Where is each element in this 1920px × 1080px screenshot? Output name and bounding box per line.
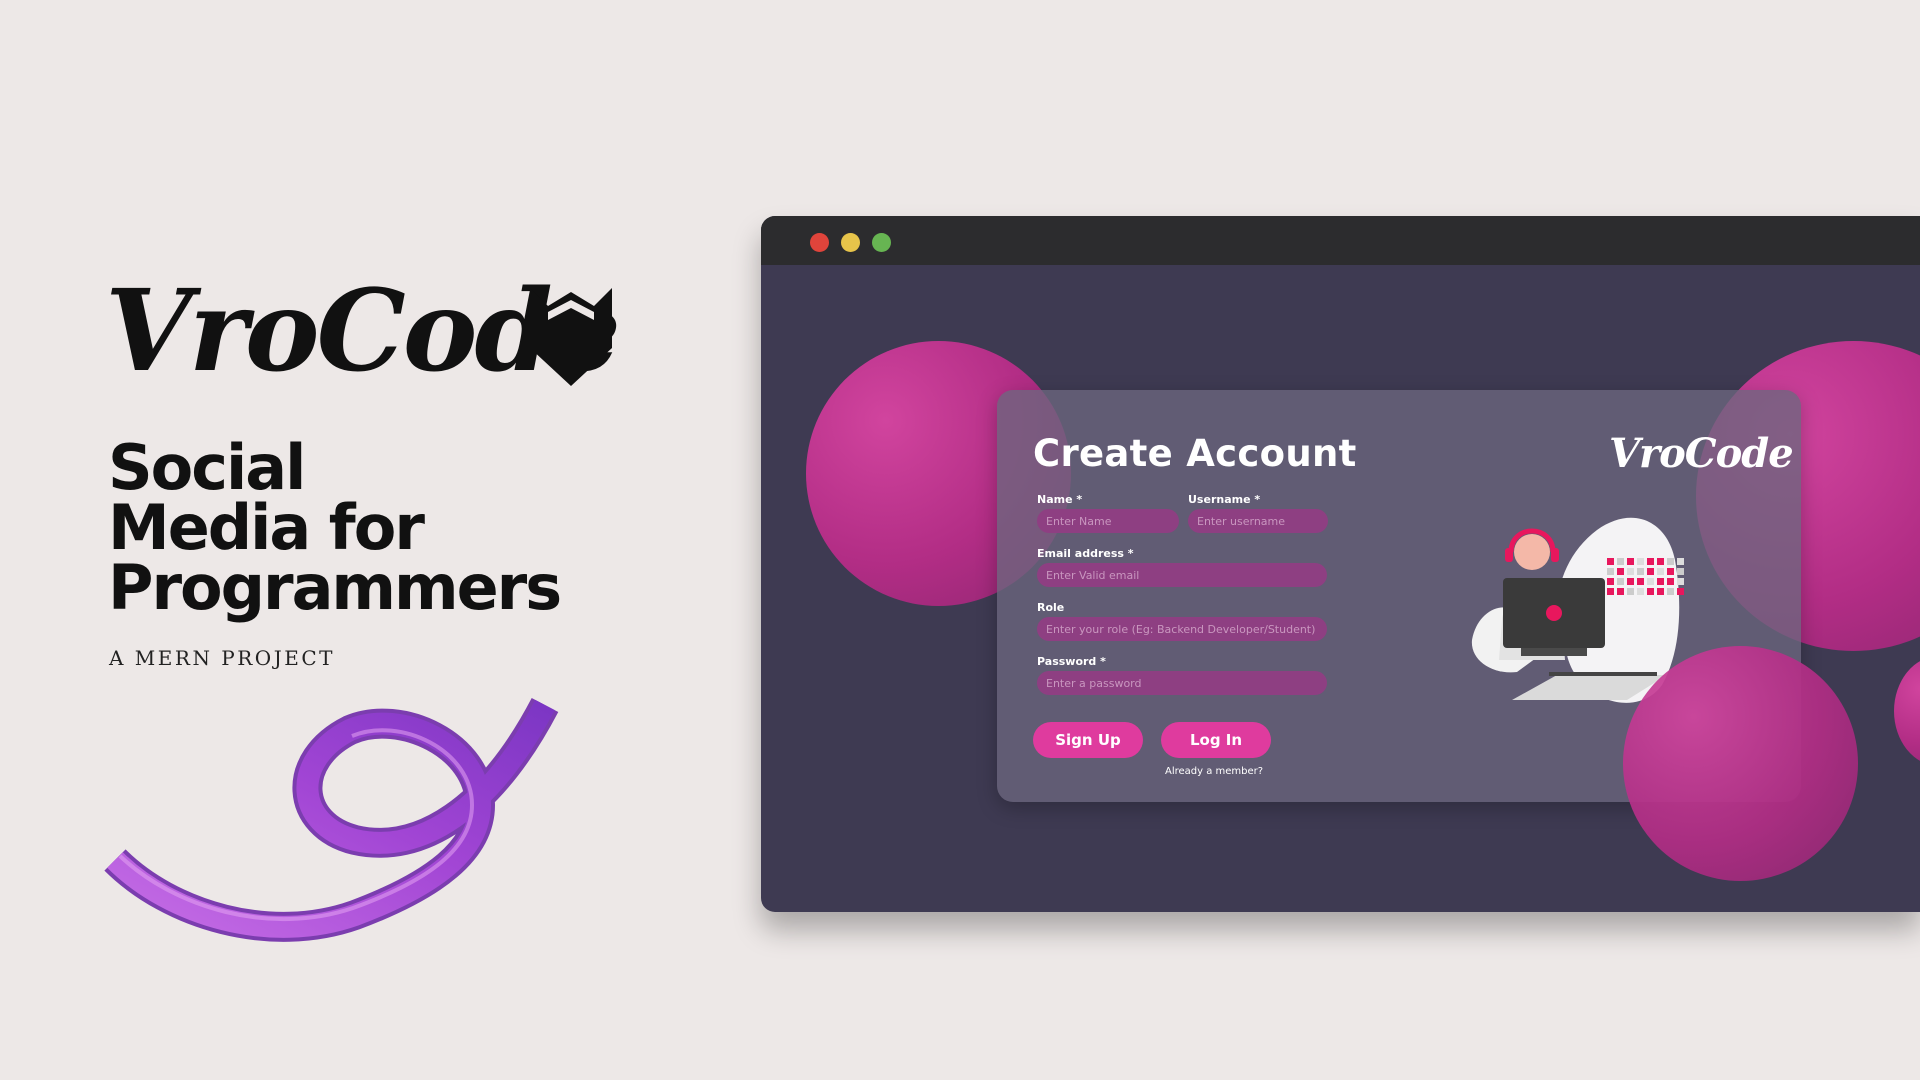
card-logo: VroCode <box>1609 430 1794 477</box>
browser-window: Create Account VroCode Name * Username *… <box>761 216 1920 912</box>
close-dot-icon[interactable] <box>810 233 829 252</box>
username-label: Username * <box>1188 493 1261 506</box>
headline-line-3: Programmers <box>108 551 562 624</box>
password-input[interactable] <box>1037 671 1327 695</box>
name-label: Name * <box>1037 493 1083 506</box>
decorative-blob <box>1894 656 1920 766</box>
headline-line-1: Social <box>108 431 306 504</box>
brand-logo: VroCode <box>105 262 635 402</box>
headline: Social Media for Programmers <box>108 431 588 624</box>
form-title: Create Account <box>1033 432 1357 475</box>
log-in-button[interactable]: Log In <box>1161 722 1271 758</box>
password-label: Password * <box>1037 655 1106 668</box>
double-chevron-down-icon <box>530 288 612 386</box>
email-label: Email address * <box>1037 547 1134 560</box>
maximize-dot-icon[interactable] <box>872 233 891 252</box>
role-label: Role <box>1037 601 1065 614</box>
username-input[interactable] <box>1188 509 1328 533</box>
headline-line-2: Media for <box>108 491 425 564</box>
email-input[interactable] <box>1037 563 1327 587</box>
browser-title-bar <box>761 216 1920 265</box>
already-member-link[interactable]: Already a member? <box>1165 766 1263 777</box>
minimize-dot-icon[interactable] <box>841 233 860 252</box>
decorative-blob <box>1623 646 1858 881</box>
purple-swirl-decoration <box>104 698 559 942</box>
role-input[interactable] <box>1037 617 1327 641</box>
name-input[interactable] <box>1037 509 1179 533</box>
sign-up-button[interactable]: Sign Up <box>1033 722 1143 758</box>
subtitle: A MERN PROJECT <box>109 646 335 670</box>
